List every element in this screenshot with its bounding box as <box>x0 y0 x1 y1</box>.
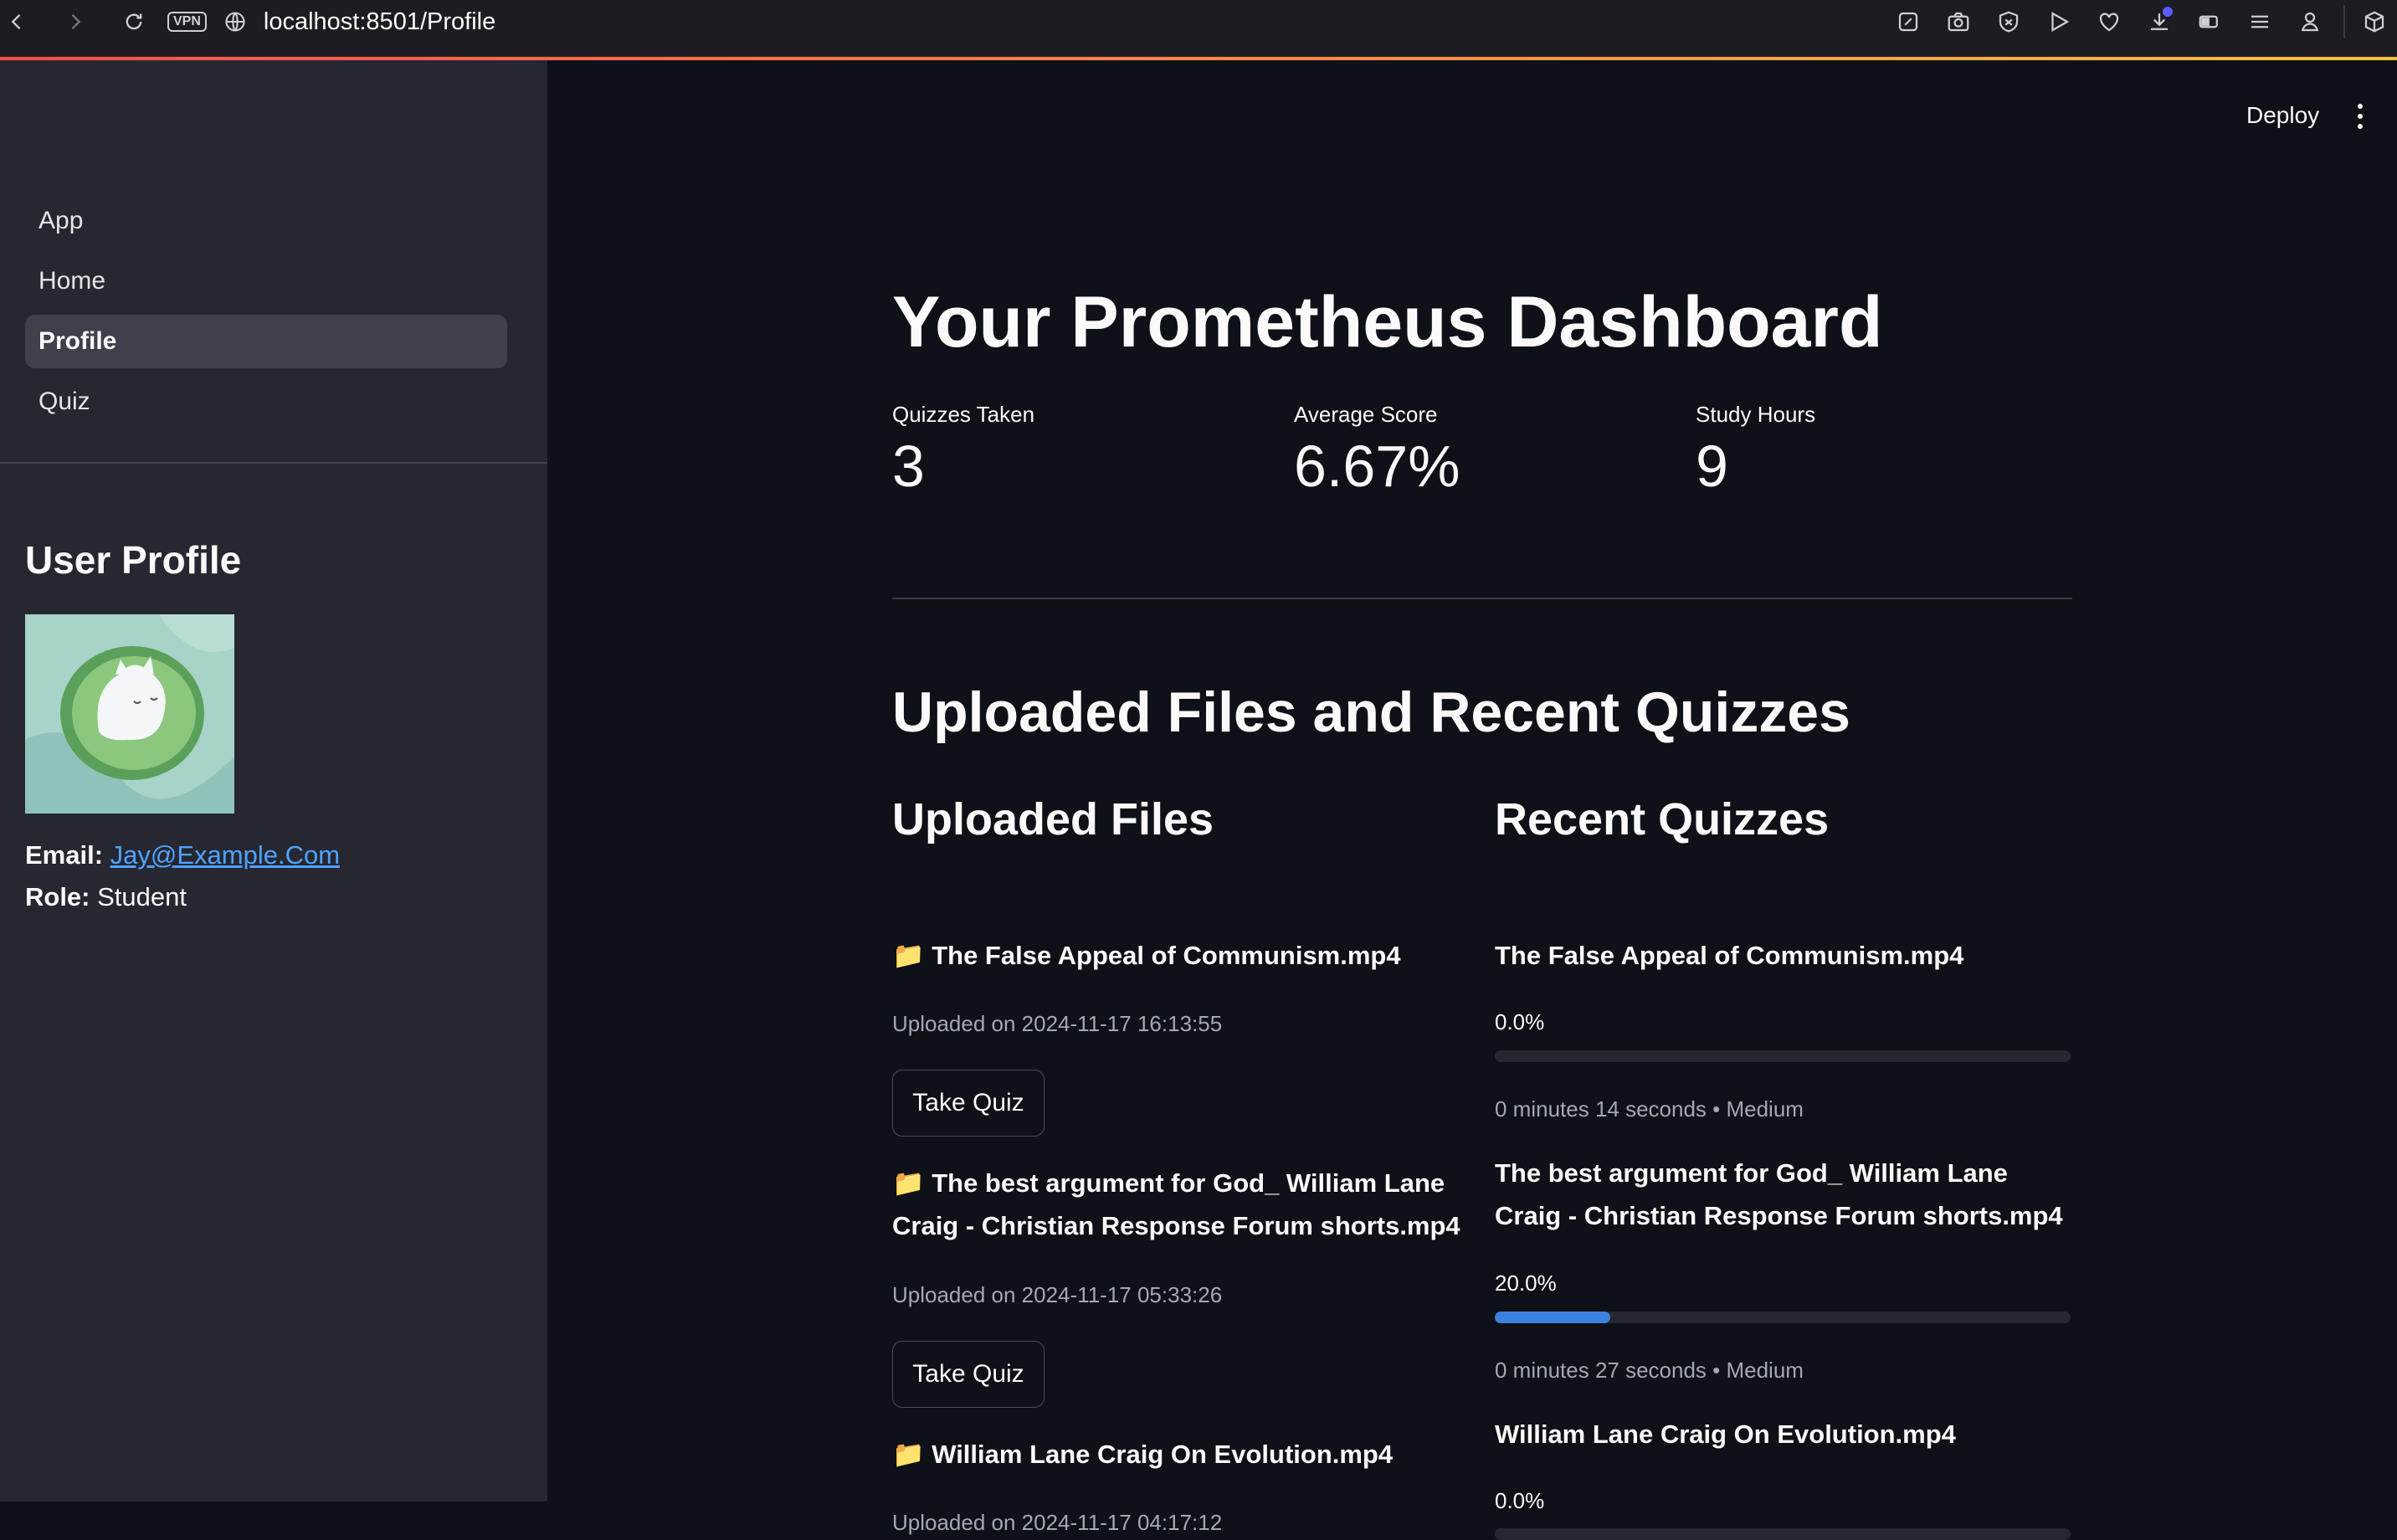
sidebar-item-label: Quiz <box>38 388 90 415</box>
metric-value: 3 <box>892 434 925 499</box>
shield-icon[interactable] <box>1992 5 2025 38</box>
quiz-progress-bar <box>1495 1528 2071 1540</box>
metric-label: Study Hours <box>1696 402 1816 427</box>
section-title: Uploaded Files and Recent Quizzes <box>892 680 1850 744</box>
sidebar-item-label: App <box>38 207 84 234</box>
upload-date: Uploaded on 2024-11-17 16:13:55 <box>892 1011 1223 1036</box>
play-icon[interactable] <box>2042 5 2076 38</box>
upload-date: Uploaded on 2024-11-17 04:17:12 <box>892 1510 1223 1535</box>
reload-icon[interactable] <box>117 5 151 38</box>
metric-value: 9 <box>1696 434 1728 499</box>
back-icon[interactable] <box>0 5 33 38</box>
sidebar-item-quiz[interactable]: Quiz <box>25 375 507 429</box>
menu-icon[interactable] <box>2243 5 2276 38</box>
camera-icon[interactable] <box>1942 5 1975 38</box>
edit-icon[interactable] <box>1891 5 1925 38</box>
file-name: 📁 William Lane Craig On Evolution.mp4 <box>892 1440 1394 1469</box>
uploaded-files-title: Uploaded Files <box>892 794 1214 844</box>
recent-quizzes-title: Recent Quizzes <box>1495 794 1830 844</box>
take-quiz-button[interactable]: Take Quiz <box>892 1341 1045 1408</box>
quiz-name: William Lane Craig On Evolution.mp4 <box>1495 1419 1956 1449</box>
quiz-progress-bar <box>1495 1050 2071 1062</box>
heart-icon[interactable] <box>2092 5 2126 38</box>
globe-icon <box>218 5 252 38</box>
role-value: Student <box>97 882 187 911</box>
quiz-name: The best argument for God_ William Lane … <box>1495 1158 2063 1230</box>
address-bar[interactable]: VPN localhost:8501/Profile <box>167 5 495 38</box>
deploy-button[interactable]: Deploy <box>2246 102 2319 129</box>
sidebar-item-label: Home <box>38 267 106 295</box>
take-quiz-button[interactable]: Take Quiz <box>892 1070 1045 1137</box>
vpn-badge[interactable]: VPN <box>167 12 207 32</box>
quiz-meta: 0 minutes 27 seconds • Medium <box>1495 1358 1804 1383</box>
url-path: :8501/Profile <box>359 8 496 35</box>
forward-icon[interactable] <box>59 5 92 38</box>
browser-toolbar: VPN localhost:8501/Profile <box>0 0 2397 57</box>
profile-email-line: Email: Jay@Example.Com <box>25 840 340 870</box>
metric-value: 6.67% <box>1294 434 1460 499</box>
section-divider <box>892 598 2072 599</box>
url-text[interactable]: localhost:8501/Profile <box>264 8 495 36</box>
sidebar-nav: App Home Profile Quiz <box>25 194 507 435</box>
quiz-meta: 0 minutes 14 seconds • Medium <box>1495 1096 1804 1122</box>
metric-average-score: Average Score 6.67% <box>1294 402 1460 500</box>
user-profile-title: User Profile <box>25 538 242 582</box>
avatar <box>25 614 234 814</box>
sidebar-item-label: Profile <box>38 327 117 355</box>
extension-box-icon[interactable] <box>2343 5 2390 38</box>
more-options-icon[interactable] <box>2352 104 2369 131</box>
sidebar: App Home Profile Quiz User Profile Email… <box>0 60 547 1502</box>
role-label: Role: <box>25 882 90 911</box>
quiz-score: 20.0% <box>1495 1270 1557 1296</box>
file-name: 📁 The False Appeal of Communism.mp4 <box>892 941 1401 970</box>
quiz-score: 0.0% <box>1495 1009 1545 1034</box>
progress-fill <box>1495 1312 1610 1323</box>
sidebar-item-home[interactable]: Home <box>25 254 507 308</box>
metric-quizzes-taken: Quizzes Taken 3 <box>892 402 1034 500</box>
sidebar-item-app[interactable]: App <box>25 194 507 248</box>
metric-label: Quizzes Taken <box>892 402 1035 427</box>
metric-study-hours: Study Hours 9 <box>1696 402 1815 500</box>
account-icon[interactable] <box>2293 5 2327 38</box>
notification-dot <box>2163 7 2173 17</box>
page-title: Your Prometheus Dashboard <box>892 282 1883 362</box>
quiz-progress-bar <box>1495 1312 2071 1323</box>
download-icon[interactable] <box>2143 5 2176 38</box>
metric-label: Average Score <box>1294 402 1438 427</box>
url-host: localhost <box>263 8 360 35</box>
sidebar-divider <box>0 462 547 464</box>
email-link[interactable]: Jay@Example.Com <box>110 840 340 870</box>
profile-role-line: Role: Student <box>25 882 187 912</box>
battery-icon[interactable] <box>2193 5 2226 38</box>
quiz-name: The False Appeal of Communism.mp4 <box>1495 941 1964 970</box>
upload-date: Uploaded on 2024-11-17 05:33:26 <box>892 1282 1223 1307</box>
email-label: Email: <box>25 840 104 870</box>
file-name: 📁 The best argument for God_ William Lan… <box>892 1168 1460 1240</box>
sidebar-item-profile[interactable]: Profile <box>25 315 507 368</box>
